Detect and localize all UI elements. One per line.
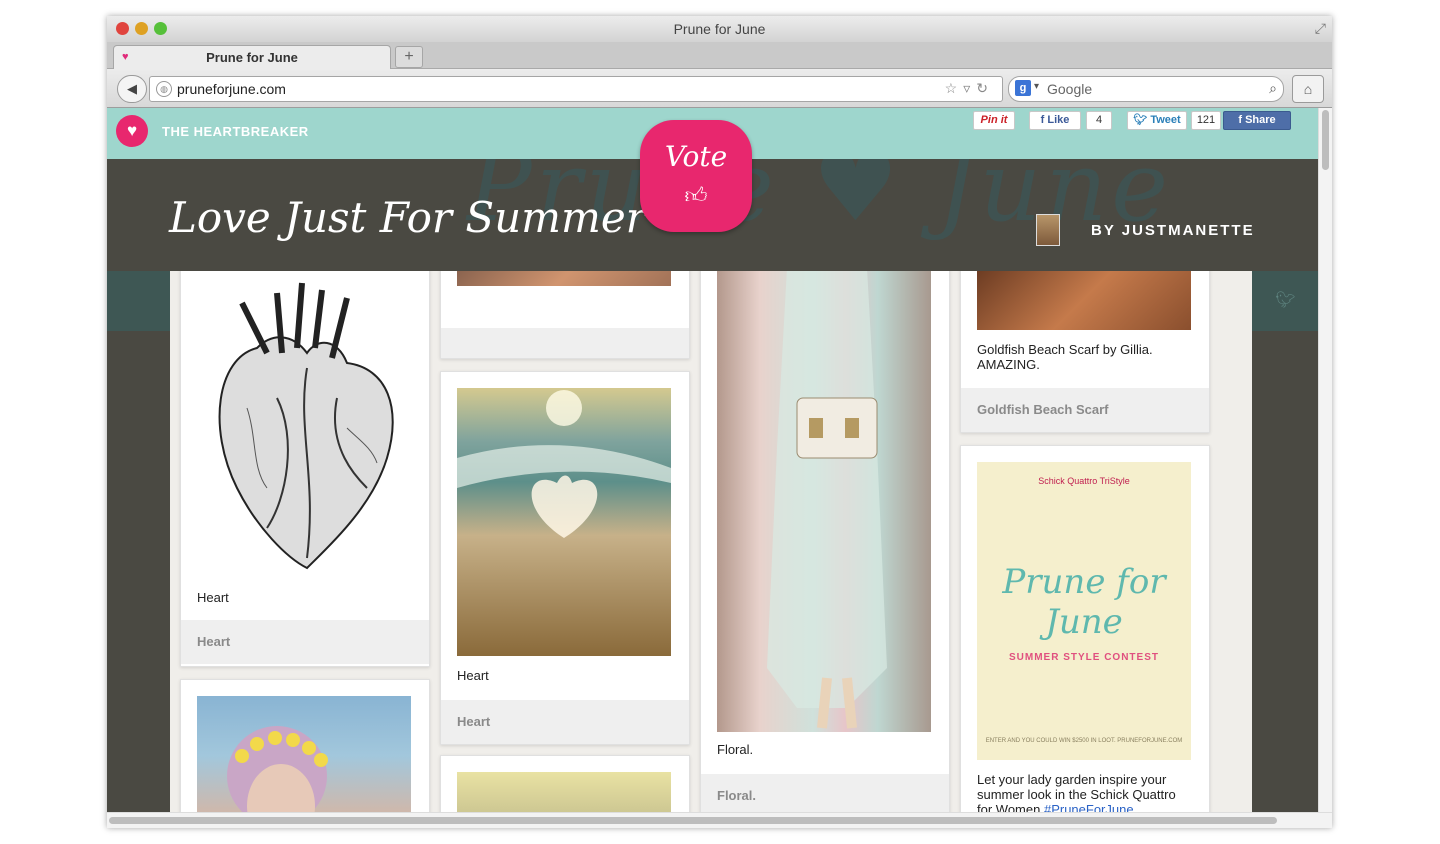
anatomical-heart-image[interactable] — [197, 278, 411, 578]
pin-card-floral[interactable]: Floral. Floral. — [700, 271, 950, 812]
bookmark-star-icon[interactable]: ☆ — [945, 80, 964, 96]
back-arrow-icon: ◀ — [127, 81, 137, 96]
tab-bar: ♥ Prune for June + — [107, 42, 1332, 69]
navigation-bar: ◀ ◍ pruneforjune.com ☆▿↻ g ▾ Google ⌕ ⌂ — [107, 69, 1332, 108]
pin-card-sunlight[interactable] — [440, 755, 690, 812]
page-vertical-thumb[interactable] — [1322, 110, 1329, 170]
search-icon[interactable]: ⌕ — [1269, 80, 1277, 97]
facebook-like-button[interactable]: f Like — [1029, 111, 1081, 130]
like-label: Like — [1047, 114, 1070, 126]
pin-card-contest-ad[interactable]: Schick Quattro TriStyle Prune for June S… — [960, 445, 1210, 812]
like-count: 4 — [1086, 111, 1112, 130]
twitter-bird-icon: 🐦︎ — [1133, 114, 1151, 126]
tweet-label: Tweet — [1150, 114, 1181, 126]
heart-logo-icon[interactable]: ♥ — [116, 115, 148, 147]
browser-window: Prune for June ⤢ ♥ Prune for June + ◀ ◍ … — [107, 16, 1332, 828]
beach-heart-image[interactable] — [457, 388, 671, 656]
pin-caption: Goldfish Beach Scarf by Gillia. AMAZING. — [977, 342, 1153, 372]
pinit-button[interactable]: Pin it — [973, 111, 1015, 130]
url-text[interactable]: pruneforjune.com — [177, 81, 286, 97]
beach-heart-illustration-icon — [457, 390, 671, 538]
web-page: ♥ THE HEARTBREAKER Pin it f Like 4 🐦︎ Tw… — [107, 108, 1319, 812]
pin-footer[interactable]: Goldfish Beach Scarf — [961, 388, 1209, 432]
url-bar[interactable]: ◍ pruneforjune.com ☆▿↻ — [149, 76, 1003, 102]
floral-dress-image[interactable] — [717, 271, 931, 732]
search-engine-dropdown-icon[interactable]: ▾ — [1034, 81, 1039, 92]
ad-brand: Schick Quattro TriStyle — [1038, 476, 1130, 486]
contest-ad-image[interactable]: Schick Quattro TriStyle Prune for June S… — [977, 462, 1191, 760]
title-bar: Prune for June ⤢ — [107, 16, 1332, 42]
heart-illustration-icon — [218, 282, 394, 570]
pin-card-top-partial[interactable] — [440, 271, 690, 359]
page-horizontal-scrollbar[interactable] — [107, 812, 1332, 828]
pin-card-flower-crown[interactable] — [180, 679, 430, 812]
home-button[interactable]: ⌂ — [1292, 75, 1324, 103]
pin-card-scarf[interactable]: Goldfish Beach Scarf by Gillia. AMAZING.… — [960, 271, 1210, 433]
back-button[interactable]: ◀ — [117, 75, 147, 103]
avatar[interactable] — [1036, 214, 1060, 246]
pin-card-heart[interactable]: Heart Heart — [180, 271, 430, 667]
page-title: Love Just For Summer — [169, 193, 646, 242]
fullscreen-icon[interactable]: ⤢ — [1315, 20, 1326, 37]
flower-crown-illustration-icon — [227, 726, 328, 812]
vote-button[interactable]: Vote 👍︎ — [640, 120, 752, 232]
tweet-button[interactable]: 🐦︎ Tweet — [1127, 111, 1187, 130]
thumbs-up-icon: 👍︎ — [684, 183, 708, 208]
url-actions: ☆▿↻ — [945, 80, 994, 97]
tweet-count: 121 — [1191, 111, 1221, 130]
globe-icon: ◍ — [156, 81, 172, 97]
pin-card-beach-heart[interactable]: Heart Heart — [440, 371, 690, 745]
page-horizontal-thumb[interactable] — [109, 817, 1277, 824]
floral-dress-illustration-icon — [767, 271, 887, 729]
pin-footer-empty[interactable] — [441, 328, 689, 358]
tab-prune-for-june[interactable]: ♥ Prune for June — [113, 45, 391, 69]
partial-image[interactable] — [457, 271, 671, 286]
flower-crown-image[interactable] — [197, 696, 411, 812]
pin-caption: Floral. — [717, 742, 754, 757]
tab-label: Prune for June — [206, 50, 298, 65]
vote-label: Vote — [664, 140, 728, 173]
ad-script-title: Prune for June — [1002, 562, 1166, 642]
hashtag-link[interactable]: #PruneForJune — [1044, 802, 1134, 812]
new-tab-button[interactable]: + — [395, 46, 423, 68]
home-icon: ⌂ — [1303, 81, 1313, 97]
search-field[interactable]: g ▾ Google ⌕ — [1008, 76, 1284, 102]
facebook-share-button[interactable]: f Share — [1223, 111, 1291, 130]
twitter-icon: 🐦︎ — [1275, 292, 1296, 309]
beach-scarf-image[interactable] — [977, 271, 1191, 330]
google-icon[interactable]: g — [1015, 80, 1031, 96]
window-title: Prune for June — [673, 21, 766, 37]
background-ad-partial — [107, 331, 172, 431]
dropdown-icon[interactable]: ▿ — [963, 80, 976, 96]
ad-fine-print: ENTER AND YOU COULD WIN $2500 IN LOOT. P… — [985, 738, 1183, 744]
pin-footer[interactable]: Heart — [441, 700, 689, 744]
pin-caption: Heart — [197, 590, 229, 605]
search-placeholder[interactable]: Google — [1047, 81, 1092, 97]
author-byline[interactable]: BY JUSTMANETTE — [1091, 222, 1255, 239]
share-label: Share — [1245, 114, 1276, 126]
sunlight-image[interactable] — [457, 772, 671, 812]
ad-contest-label: SUMMER STYLE CONTEST — [1008, 652, 1159, 663]
pin-caption: Let your lady garden inspire your summer… — [977, 772, 1191, 812]
reload-icon[interactable]: ↻ — [976, 80, 994, 96]
pin-footer[interactable]: Floral. — [701, 774, 949, 812]
page-vertical-scrollbar[interactable] — [1318, 108, 1332, 812]
pin-footer[interactable]: Heart — [181, 620, 429, 664]
section-label[interactable]: THE HEARTBREAKER — [162, 124, 309, 139]
pin-board-overlay: Heart Heart Heart Heart Floral. Floral. … — [170, 271, 1252, 812]
pin-caption: Heart — [457, 668, 489, 683]
